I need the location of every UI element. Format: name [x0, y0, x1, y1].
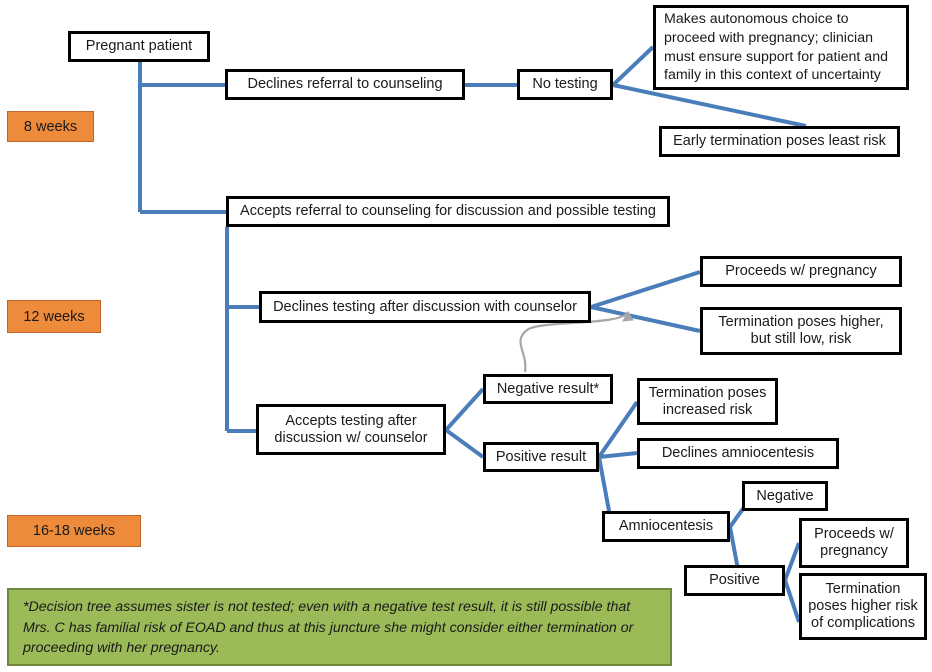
stage-marker-12-weeks: 12 weeks	[7, 300, 101, 333]
footnote-box: *Decision tree assumes sister is not tes…	[7, 588, 672, 666]
node-label: Makes autonomous choice to proceed with …	[664, 11, 888, 84]
node-pregnant-patient[interactable]: Pregnant patient	[68, 31, 210, 62]
node-declines-testing[interactable]: Declines testing after discussion with c…	[259, 291, 591, 323]
node-amnio-positive[interactable]: Positive	[684, 565, 785, 596]
node-early-termination[interactable]: Early termination poses least risk	[659, 126, 900, 157]
node-label: Declines amniocentesis	[661, 445, 815, 462]
node-label: Termination poses higher, but still low,…	[718, 314, 884, 347]
node-termination-higher-but-low-risk[interactable]: Termination poses higher, but still low,…	[700, 307, 902, 355]
node-amnio-negative[interactable]: Negative	[742, 481, 828, 511]
edge-amnio-positive-to-proceeds	[783, 542, 801, 581]
edge-positive-to-declines-amnio	[598, 451, 638, 459]
stage-label: 8 weeks	[23, 118, 78, 135]
node-proceeds-pregnancy-after-amnio[interactable]: Proceeds w/ pregnancy	[799, 518, 909, 568]
node-label: Negative result*	[496, 380, 600, 397]
edge-accepts-testing-to-negative	[444, 387, 485, 432]
node-declines-amniocentesis[interactable]: Declines amniocentesis	[637, 438, 839, 469]
node-proceeds-pregnancy-after-declining-testing[interactable]: Proceeds w/ pregnancy	[700, 256, 902, 287]
node-label: No testing	[532, 76, 598, 93]
node-declines-referral[interactable]: Declines referral to counseling	[225, 69, 465, 100]
edge-accepts-testing-to-positive	[444, 428, 485, 459]
node-autonomous-choice[interactable]: Makes autonomous choice to proceed with …	[653, 5, 909, 90]
node-label: Termination poses higher risk of complic…	[808, 581, 918, 631]
node-label: Accepts referral to counseling for discu…	[240, 203, 656, 220]
edge-no-testing-to-autonomous	[611, 45, 655, 87]
footnote-text: *Decision tree assumes sister is not tes…	[23, 599, 634, 657]
node-no-testing[interactable]: No testing	[517, 69, 613, 100]
node-label: Pregnant patient	[85, 38, 193, 55]
edge-declines-testing-to-termination-low	[590, 305, 701, 333]
stage-label: 12 weeks	[23, 308, 85, 325]
node-termination-increased-risk[interactable]: Termination poses increased risk	[637, 378, 778, 425]
node-termination-higher-risk-complications[interactable]: Termination poses higher risk of complic…	[799, 573, 927, 640]
stage-marker-16-18-weeks: 16-18 weeks	[7, 515, 141, 547]
node-label: Declines testing after discussion with c…	[273, 298, 577, 315]
node-label: Early termination poses least risk	[673, 133, 886, 150]
node-accepts-testing[interactable]: Accepts testing after discussion w/ coun…	[256, 404, 446, 455]
node-label: Termination poses increased risk	[648, 384, 767, 418]
edge-declines-testing-to-proceeds	[590, 270, 701, 309]
edge-amnio-positive-to-termination-comp	[783, 579, 801, 623]
decision-tree-diagram: 8 weeks 12 weeks 16-18 weeks Pregnant pa…	[0, 0, 932, 672]
node-label: Accepts testing after discussion w/ coun…	[274, 412, 428, 446]
stage-label: 16-18 weeks	[32, 523, 116, 539]
node-label: Positive result	[495, 448, 587, 465]
node-positive-result[interactable]: Positive result	[483, 442, 599, 472]
node-label: Proceeds w/ pregnancy	[725, 263, 877, 280]
node-accepts-referral[interactable]: Accepts referral to counseling for discu…	[226, 196, 670, 227]
node-label: Proceeds w/ pregnancy	[814, 526, 894, 559]
stage-marker-8-weeks: 8 weeks	[7, 111, 94, 142]
node-label: Declines referral to counseling	[247, 76, 443, 93]
node-negative-result[interactable]: Negative result*	[483, 374, 613, 404]
node-amniocentesis[interactable]: Amniocentesis	[602, 511, 730, 542]
node-label: Positive	[709, 572, 760, 589]
edge-positive-to-termination-increased	[597, 400, 639, 459]
edge-no-testing-to-early-termination	[612, 83, 807, 128]
node-label: Amniocentesis	[618, 518, 714, 535]
node-label: Negative	[756, 487, 814, 504]
